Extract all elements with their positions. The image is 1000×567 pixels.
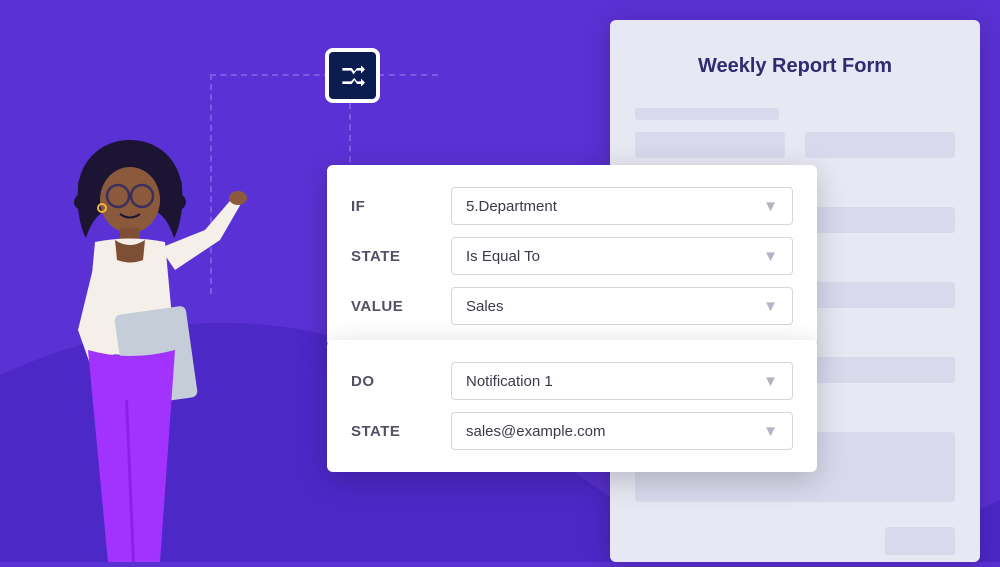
condition-do-card: DO Notification 1 ▼ STATE sales@example.… [327,340,817,472]
chevron-down-icon: ▼ [763,423,778,440]
select-value: 5.Department [466,198,557,215]
select-value: Is Equal To [466,248,540,265]
if-value-select[interactable]: Sales ▼ [451,287,793,325]
condition-row: IF 5.Department ▼ [351,187,793,225]
placeholder-button [885,527,955,555]
condition-icon-box [325,48,380,103]
if-field-select[interactable]: 5.Department ▼ [451,187,793,225]
placeholder-input [635,132,785,158]
condition-row: STATE sales@example.com ▼ [351,412,793,450]
do-state-select[interactable]: sales@example.com ▼ [451,412,793,450]
dashed-connector [378,74,438,76]
row-label: IF [351,198,451,215]
chevron-down-icon: ▼ [763,198,778,215]
placeholder-input [805,132,955,158]
select-value: sales@example.com [466,423,605,440]
condition-row: DO Notification 1 ▼ [351,362,793,400]
form-title: Weekly Report Form [635,55,955,78]
do-action-select[interactable]: Notification 1 ▼ [451,362,793,400]
row-label: STATE [351,423,451,440]
row-label: STATE [351,248,451,265]
condition-row: VALUE Sales ▼ [351,287,793,325]
if-state-select[interactable]: Is Equal To ▼ [451,237,793,275]
placeholder-label [635,108,779,120]
condition-if-card: IF 5.Department ▼ STATE Is Equal To ▼ VA… [327,165,817,347]
shuffle-icon [337,60,369,92]
row-label: VALUE [351,298,451,315]
select-value: Sales [466,298,504,315]
select-value: Notification 1 [466,373,553,390]
chevron-down-icon: ▼ [763,298,778,315]
condition-row: STATE Is Equal To ▼ [351,237,793,275]
placeholder-actions [635,527,955,567]
person-illustration [60,130,300,562]
dashed-connector [349,103,351,173]
chevron-down-icon: ▼ [763,248,778,265]
dashed-connector [210,74,330,76]
row-label: DO [351,373,451,390]
chevron-down-icon: ▼ [763,373,778,390]
